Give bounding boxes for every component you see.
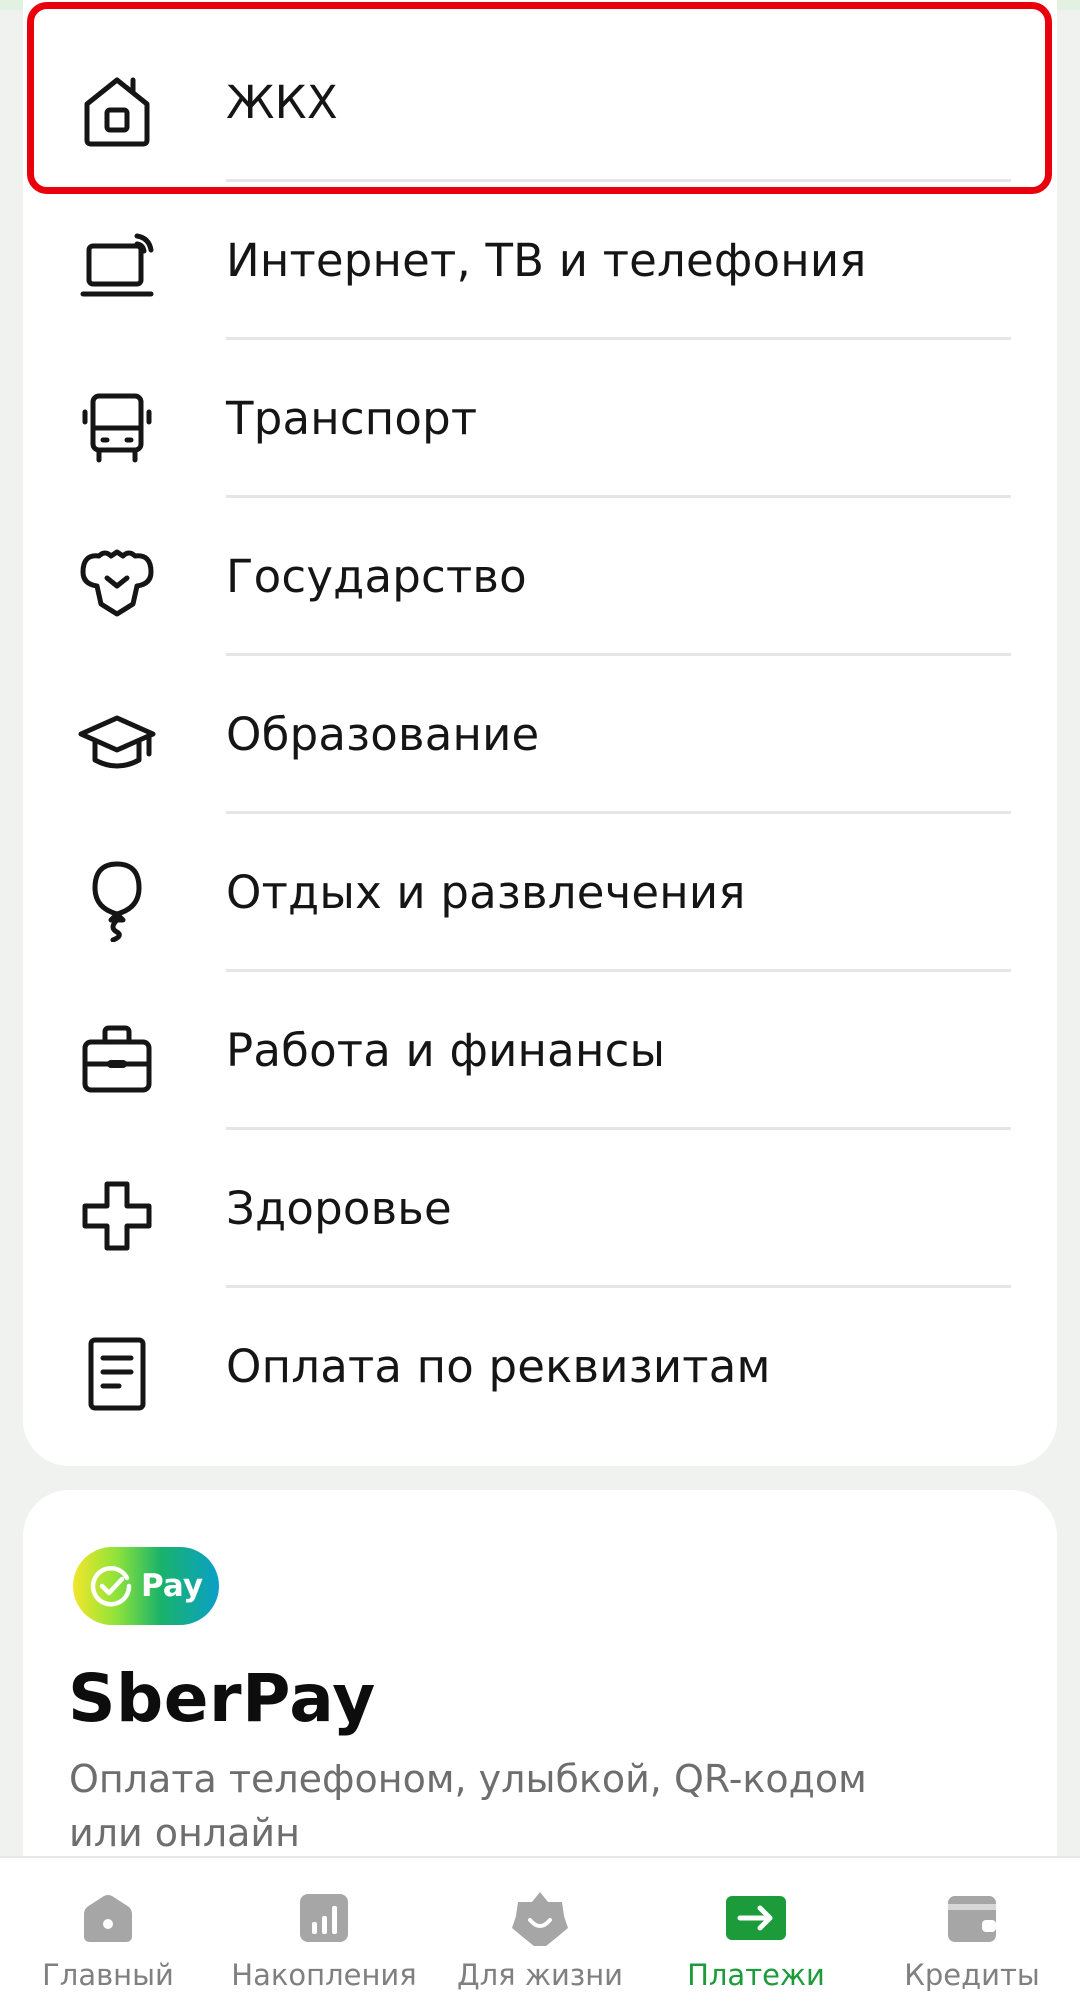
home-icon — [78, 1888, 138, 1948]
category-health[interactable]: Здоровье — [23, 1130, 1057, 1288]
payment-categories-list: ЖКХ Интернет, ТВ и телефония Транспорт Г… — [23, 0, 1057, 1466]
document-icon — [75, 1332, 159, 1416]
check-circle-icon — [90, 1566, 132, 1607]
nav-label: Накопления — [231, 1958, 417, 1992]
nav-label: Платежи — [687, 1958, 825, 1992]
government-emblem-icon — [75, 542, 159, 626]
category-label: Оплата по реквизитам — [226, 1340, 771, 1393]
medical-cross-icon — [75, 1174, 159, 1258]
category-pay-by-details[interactable]: Оплата по реквизитам — [23, 1288, 1057, 1446]
laptop-signal-icon — [75, 226, 159, 310]
category-label: Здоровье — [226, 1182, 452, 1235]
nav-label: Кредиты — [904, 1958, 1040, 1992]
sberpay-title: SberPay — [68, 1660, 376, 1737]
category-work-finance[interactable]: Работа и финансы — [23, 972, 1057, 1130]
smile-star-icon — [510, 1888, 570, 1948]
category-education[interactable]: Образование — [23, 656, 1057, 814]
nav-tab-credits[interactable]: Кредиты — [864, 1858, 1080, 2004]
category-transport[interactable]: Транспорт — [23, 340, 1057, 498]
sberpay-subtitle: Оплата телефоном, улыбкой, QR-кодом или … — [69, 1757, 867, 1855]
nav-tab-payments[interactable]: Платежи — [648, 1858, 864, 2004]
category-internet-tv-phone[interactable]: Интернет, ТВ и телефония — [23, 182, 1057, 340]
category-label: Отдых и развлечения — [226, 866, 746, 919]
nav-label: Главный — [42, 1958, 174, 1992]
category-label: Образование — [226, 708, 540, 761]
payments-screen: ЖКХ Интернет, ТВ и телефония Транспорт Г… — [0, 0, 1080, 2004]
nav-label: Для жизни — [456, 1958, 624, 1992]
graduation-cap-icon — [75, 700, 159, 784]
nav-tab-for-life[interactable]: Для жизни — [432, 1858, 648, 2004]
payments-arrow-icon — [726, 1888, 786, 1948]
wallet-icon — [942, 1888, 1002, 1948]
category-label: ЖКХ — [226, 76, 338, 129]
balloon-icon — [75, 858, 159, 942]
category-label: Государство — [226, 550, 527, 603]
savings-chart-icon — [294, 1888, 354, 1948]
briefcase-icon — [75, 1016, 159, 1100]
category-government[interactable]: Государство — [23, 498, 1057, 656]
bus-icon — [75, 384, 159, 468]
nav-tab-main[interactable]: Главный — [0, 1858, 216, 2004]
category-label: Интернет, ТВ и телефония — [226, 234, 867, 287]
category-leisure[interactable]: Отдых и развлечения — [23, 814, 1057, 972]
category-label: Работа и финансы — [226, 1024, 666, 1077]
nav-tab-savings[interactable]: Накопления — [216, 1858, 432, 2004]
category-label: Транспорт — [226, 392, 478, 445]
pay-badge-label: Pay — [141, 1568, 204, 1604]
bottom-navigation: Главный Накопления Для жизни Платежи Кре… — [0, 1856, 1080, 2004]
sberpay-badge: Pay — [73, 1547, 219, 1625]
house-icon — [75, 68, 159, 152]
category-housing[interactable]: ЖКХ — [23, 24, 1057, 182]
